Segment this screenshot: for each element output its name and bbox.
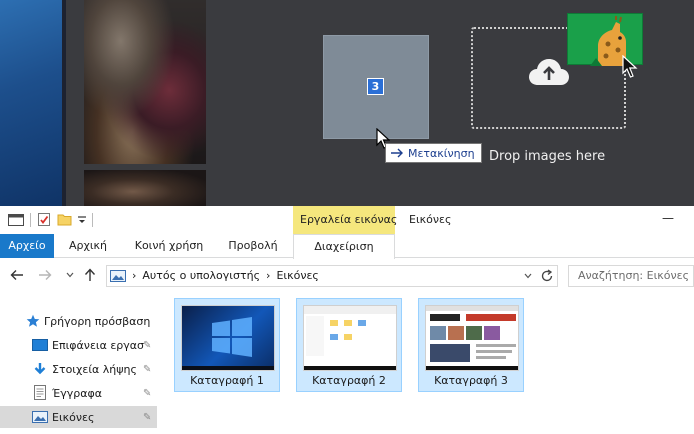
nav-item-label: Έγγραφα xyxy=(52,386,102,400)
nav-item-documents[interactable]: Έγγραφα ✎ xyxy=(0,382,157,404)
star-icon xyxy=(26,314,40,327)
file-item[interactable]: Καταγραφή 1 xyxy=(174,298,280,392)
tooltip-text: Μετακίνηση xyxy=(408,146,475,160)
desktop-icon xyxy=(32,339,48,351)
properties-icon[interactable] xyxy=(37,212,51,227)
tab-view[interactable]: Προβολή xyxy=(220,234,286,258)
new-folder-icon[interactable] xyxy=(57,212,72,227)
toolbar-separator xyxy=(30,212,31,227)
recent-locations-icon[interactable] xyxy=(66,272,74,278)
address-dropdown-icon[interactable] xyxy=(524,273,532,279)
file-name: Καταγραφή 3 xyxy=(434,374,508,387)
nav-item-desktop[interactable]: Επιφάνεια εργασ ✎ xyxy=(0,334,157,356)
nav-item-quick-access[interactable]: Γρήγορη πρόσβαση xyxy=(0,310,157,332)
nav-item-downloads[interactable]: Στοιχεία λήψης ✎ xyxy=(0,358,157,380)
file-thumbnail xyxy=(425,305,519,371)
minimize-button[interactable]: — xyxy=(662,211,674,225)
navigation-pane: Γρήγορη πρόσβαση Επιφάνεια εργασ ✎ Στοιχ… xyxy=(0,292,157,434)
gallery-photo[interactable] xyxy=(84,0,206,164)
explorer-icon xyxy=(8,213,24,226)
breadcrumb-separator: › xyxy=(132,269,137,282)
panel-divider xyxy=(62,0,66,206)
pictures-icon xyxy=(32,411,48,423)
refresh-icon[interactable] xyxy=(540,269,554,283)
pin-icon: ✎ xyxy=(143,387,152,399)
tab-manage[interactable]: Διαχείριση xyxy=(293,234,395,259)
up-arrow-icon[interactable] xyxy=(84,268,96,282)
file-name: Καταγραφή 2 xyxy=(312,374,386,387)
file-item[interactable]: Καταγραφή 2 xyxy=(296,298,402,392)
ribbon-tabs: Αρχείο Αρχική Κοινή χρήση Προβολή Διαχεί… xyxy=(0,234,694,259)
pictures-folder-icon xyxy=(110,269,126,282)
quick-access-toolbar xyxy=(8,212,93,227)
pin-icon: ✎ xyxy=(143,411,152,423)
address-row: › Αυτός ο υπολογιστής › Εικόνες Αναζήτησ… xyxy=(0,260,694,290)
toolbar-separator xyxy=(92,212,93,227)
window-title: Εικόνες xyxy=(409,213,452,226)
arrow-right-icon xyxy=(391,148,403,158)
tab-share[interactable]: Κοινή χρήση xyxy=(126,234,212,258)
mouse-cursor-icon xyxy=(622,55,638,78)
back-arrow-icon[interactable] xyxy=(10,269,24,281)
file-explorer-window: Εργαλεία εικόνας Εικόνες — Αρχείο Αρχική… xyxy=(0,206,694,434)
forward-arrow-icon[interactable] xyxy=(38,269,52,281)
nav-item-label: Εικόνες xyxy=(52,410,95,424)
tab-file[interactable]: Αρχείο xyxy=(0,234,54,258)
breadcrumb-separator: › xyxy=(266,269,271,282)
contextual-tab-label: Εργαλεία εικόνας xyxy=(300,213,398,226)
breadcrumb-pictures[interactable]: Εικόνες xyxy=(276,269,318,282)
download-icon xyxy=(34,363,46,375)
drag-count-badge: 3 xyxy=(367,78,384,95)
customize-toolbar-icon[interactable] xyxy=(78,215,86,225)
pin-icon: ✎ xyxy=(143,339,152,351)
nav-item-pictures[interactable]: Εικόνες ✎ xyxy=(0,406,157,428)
drop-zone-text: Drop images here xyxy=(489,149,606,164)
nav-item-label: Στοιχεία λήψης xyxy=(52,362,137,376)
file-thumbnail xyxy=(181,305,275,371)
breadcrumb: › Αυτός ο υπολογιστής › Εικόνες xyxy=(110,269,319,282)
document-icon xyxy=(34,385,46,400)
nav-item-label: Γρήγορη πρόσβαση xyxy=(44,314,151,328)
pin-icon: ✎ xyxy=(143,363,152,375)
cloud-upload-icon xyxy=(529,59,569,85)
breadcrumb-this-pc[interactable]: Αυτός ο υπολογιστής xyxy=(142,269,260,282)
file-name: Καταγραφή 1 xyxy=(190,374,264,387)
drag-tooltip: Μετακίνηση xyxy=(385,143,482,163)
file-thumbnail xyxy=(303,305,397,371)
tab-home[interactable]: Αρχική xyxy=(58,234,118,258)
nav-item-label: Επιφάνεια εργασ xyxy=(52,338,145,352)
search-placeholder: Αναζήτηση: Εικόνες xyxy=(578,269,690,282)
gallery-photo[interactable] xyxy=(84,170,206,206)
desktop-wallpaper xyxy=(0,0,64,206)
file-item[interactable]: Καταγραφή 3 xyxy=(418,298,524,392)
